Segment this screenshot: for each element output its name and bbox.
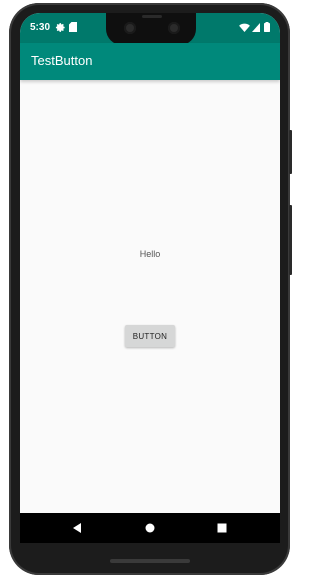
speaker-grille <box>142 15 162 18</box>
app-bar: TestButton <box>20 43 280 80</box>
power-button <box>289 130 292 174</box>
gear-icon <box>55 23 65 32</box>
back-icon[interactable] <box>72 523 82 533</box>
main-content: Hello BUTTON <box>20 80 280 513</box>
bottom-speaker <box>110 559 190 563</box>
status-time: 5:30 <box>30 22 51 33</box>
battery-icon <box>264 22 270 32</box>
volume-button <box>289 205 292 275</box>
sd-card-icon <box>69 22 77 32</box>
navigation-bar <box>20 513 280 543</box>
camera-icon <box>124 22 136 34</box>
signal-icon <box>252 23 260 32</box>
app-title: TestButton <box>31 53 93 68</box>
device-screen: 5:30 TestButton Hello BUTTON <box>20 13 280 543</box>
recents-icon[interactable] <box>217 523 227 533</box>
hello-text: Hello <box>139 249 161 259</box>
status-bar: 5:30 <box>20 13 280 45</box>
main-button[interactable]: BUTTON <box>125 325 175 347</box>
home-icon[interactable] <box>145 523 155 533</box>
camera-notch <box>106 13 196 45</box>
wifi-icon <box>239 23 250 32</box>
camera-icon <box>168 22 180 34</box>
